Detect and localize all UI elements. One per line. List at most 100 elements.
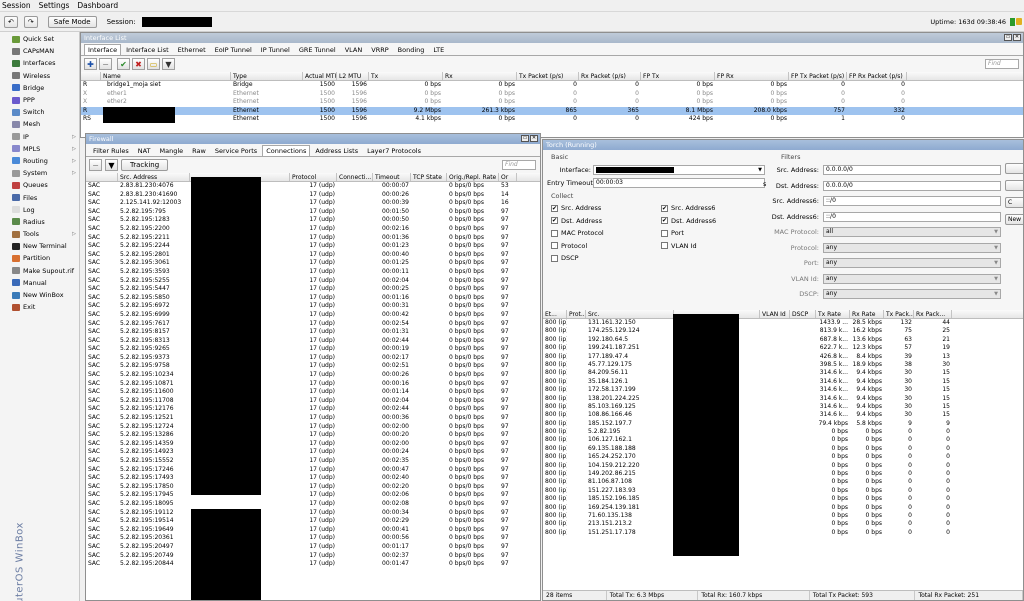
column-header[interactable]: Or	[499, 173, 517, 181]
sidebar-item-log[interactable]: Log	[0, 204, 79, 216]
undo-button[interactable]: ↶	[4, 15, 18, 28]
sidebar-item-wireless[interactable]: Wireless	[0, 70, 79, 82]
collect-port[interactable]: Port	[661, 229, 684, 237]
filter-input[interactable]: any ▼	[823, 258, 1001, 268]
filter-input[interactable]: any ▼	[823, 289, 1001, 299]
table-row[interactable]: 800 (ip) 174.255.129.124 813.9 k... 16.2 kb…	[543, 327, 1023, 335]
tab-ethernet[interactable]: Ethernet	[174, 44, 210, 55]
table-row[interactable]: SAC 5.2.82.195:9373 17 (udp) 00:02:17 0 bps/…	[86, 354, 540, 363]
checkbox-icon[interactable]: ✔	[661, 204, 668, 212]
column-header[interactable]: DSCP	[790, 310, 816, 318]
column-header[interactable]: L2 MTU	[337, 72, 369, 80]
tab-service-ports[interactable]: Service Ports	[211, 145, 261, 156]
column-header[interactable]: Tx Packet (p/s)	[517, 72, 579, 80]
table-row[interactable]: 800 (ip) 165.24.252.170 0 bps 0 bps 0 0	[543, 453, 1023, 461]
column-header[interactable]: TCP State	[411, 173, 447, 181]
table-row[interactable]: SAC 5.2.82.195:15552 17 (udp) 00:02:35 0 bps…	[86, 457, 540, 466]
torch-side-button[interactable]	[1005, 180, 1023, 191]
table-row[interactable]: SAC 5.2.82.195:2211 17 (udp) 00:01:36 0 bps/…	[86, 234, 540, 243]
column-header[interactable]: FP Rx	[715, 72, 789, 80]
collect-src-address6[interactable]: ✔ Src. Address6	[661, 204, 715, 212]
filter-input[interactable]: 0.0.0.0/0	[823, 165, 1001, 175]
table-row[interactable]: SAC 5.2.82.195:13286 17 (udp) 00:00:20 0 bps…	[86, 431, 540, 440]
checkbox-icon[interactable]: ✔	[661, 217, 668, 224]
table-row[interactable]: SAC 5.2.82.195:17945 17 (udp) 00:02:06 0 bps…	[86, 491, 540, 500]
sidebar-item-new-terminal[interactable]: New Terminal	[0, 240, 79, 252]
sidebar-item-bridge[interactable]: Bridge	[0, 82, 79, 94]
column-header[interactable]: Tx Pack...	[884, 310, 914, 318]
column-header[interactable]: Protocol	[290, 173, 337, 181]
table-row[interactable]: SAC 5.2.82.195:3061 17 (udp) 00:01:25 0 bps/…	[86, 259, 540, 268]
table-row[interactable]: Xether1 Ethernet 1500 1596 0 bps 0 bps 0 0 0 bps…	[81, 90, 1023, 99]
sidebar-item-manual[interactable]: Manual	[0, 277, 79, 289]
tab-bonding[interactable]: Bonding	[394, 44, 429, 55]
interface-select[interactable]: ▼	[593, 165, 765, 175]
column-header[interactable]: Src.	[586, 310, 674, 318]
column-header[interactable]: VLAN Id	[760, 310, 790, 318]
column-header[interactable]: Tx	[369, 72, 443, 80]
collect-vlan-id[interactable]: VLAN Id	[661, 242, 697, 250]
tab-vrrp[interactable]: VRRP	[367, 44, 392, 55]
sidebar-item-quick-set[interactable]: Quick Set	[0, 33, 79, 45]
table-row[interactable]: SAC 5.2.82.195:2244 17 (udp) 00:01:23 0 bps/…	[86, 242, 540, 251]
table-row[interactable]: SAC 5.2.82.195:11600 17 (udp) 00:01:14 0 bps…	[86, 388, 540, 397]
sidebar-item-new-winbox[interactable]: New WinBox	[0, 289, 79, 301]
sidebar-item-files[interactable]: Files	[0, 191, 79, 203]
checkbox-icon[interactable]	[551, 229, 558, 237]
table-row[interactable]: 800 (ip) 151.251.17.178 0 bps 0 bps 0 0	[543, 529, 1023, 537]
table-row[interactable]: SAC 5.2.82.195:14923 17 (udp) 00:00:24 0 bps…	[86, 448, 540, 457]
tab-filter-rules[interactable]: Filter Rules	[89, 145, 133, 156]
table-row[interactable]: 800 (ip) 108.86.166.46 314.6 k... 9.4 kbps 3…	[543, 411, 1023, 419]
table-row[interactable]: 800 (ip) 69.135.188.188 0 bps 0 bps 0 0	[543, 445, 1023, 453]
table-row[interactable]: SAC 5.2.82.195:9758 17 (udp) 00:02:51 0 bps/…	[86, 362, 540, 371]
table-row[interactable]: 800 (ip) 131.161.32.150 1433.9 ... 28.5 kbp…	[543, 319, 1023, 327]
collect-src-address[interactable]: ✔ Src. Address	[551, 204, 601, 212]
table-row[interactable]: R Ethernet 1500 1596 9.2 Mbps 261.3 kbps 865 36…	[81, 106, 1023, 116]
table-row[interactable]: SAC 5.2.82.195:20844 17 (udp) 00:01:47 0 bps…	[86, 560, 540, 569]
checkbox-icon[interactable]	[551, 242, 558, 249]
table-row[interactable]: 800 (ip) 104.159.212.220 0 bps 0 bps 0 0	[543, 462, 1023, 470]
table-row[interactable]: SAC 5.2.82.195:2200 17 (udp) 00:02:16 0 bps/…	[86, 225, 540, 234]
menu-session[interactable]: Session	[2, 1, 31, 10]
column-header[interactable]: Type	[231, 72, 303, 80]
table-row[interactable]: SAC 5.2.82.195:20361 17 (udp) 00:00:56 0 bps…	[86, 534, 540, 543]
table-row[interactable]: 800 (ip) 177.189.47.4 426.8 k... 8.4 kbps 39…	[543, 353, 1023, 361]
table-row[interactable]: RS Ethernet 1500 1596 4.1 kbps 0 bps 0 0 424 bps…	[81, 115, 1023, 124]
table-row[interactable]: 800 (ip) 169.254.139.181 0 bps 0 bps 0 0	[543, 504, 1023, 512]
table-row[interactable]: SAC 5.2.82.195:17246 17 (udp) 00:00:47 0 bps…	[86, 466, 540, 475]
table-row[interactable]: Xether2 Ethernet 1500 1596 0 bps 0 bps 0 0 0 bps…	[81, 98, 1023, 107]
torch-side-button[interactable]	[1005, 163, 1023, 174]
sidebar-item-ppp[interactable]: PPP	[0, 94, 79, 106]
table-row[interactable]: 800 (ip) 81.106.87.108 0 bps 0 bps 0 0	[543, 478, 1023, 486]
column-header[interactable]: Et...	[543, 310, 567, 318]
column-header[interactable]: FP Tx Packet (p/s)	[789, 72, 847, 80]
table-row[interactable]: 800 (ip) 84.209.56.11 314.6 k... 9.4 kbps 30…	[543, 369, 1023, 377]
close-icon[interactable]: ✕	[530, 135, 538, 142]
table-row[interactable]: SAC 5.2.82.195:3593 17 (udp) 00:00:11 0 bps/…	[86, 268, 540, 277]
tab-gre-tunnel[interactable]: GRE Tunnel	[295, 44, 340, 55]
sidebar-item-partition[interactable]: Partition	[0, 252, 79, 264]
checkbox-icon[interactable]	[551, 254, 558, 262]
menu-settings[interactable]: Settings	[39, 1, 70, 10]
tab-interface-list[interactable]: Interface List	[122, 44, 173, 55]
sidebar-item-ip[interactable]: IP ▷	[0, 131, 79, 143]
sidebar-item-switch[interactable]: Switch	[0, 106, 79, 118]
table-row[interactable]: 800 (ip) 172.58.137.199 314.6 k... 9.4 kbps…	[543, 386, 1023, 394]
sidebar-item-interfaces[interactable]: Interfaces	[0, 57, 79, 69]
table-row[interactable]: 800 (ip) 85.103.169.125 314.6 k... 9.4 kbps…	[543, 403, 1023, 411]
torch-side-button[interactable]: C	[1005, 197, 1023, 208]
table-row[interactable]: SAC 5.2.82.195:1283 17 (udp) 00:00:50 0 bps/…	[86, 216, 540, 225]
restore-icon[interactable]: ▭	[521, 135, 529, 142]
column-header[interactable]: Prot...	[567, 310, 586, 318]
column-header[interactable]: Rx Pack...	[914, 310, 952, 318]
enable-icon[interactable]: ✔	[117, 58, 130, 70]
tab-interface[interactable]: Interface	[84, 44, 122, 55]
table-row[interactable]: SAC 5.2.82.195:12176 17 (udp) 00:02:44 0 bps…	[86, 405, 540, 414]
table-row[interactable]: SAC 5.2.82.195:11708 17 (udp) 00:02:04 0 bps…	[86, 397, 540, 406]
tab-address-lists[interactable]: Address Lists	[311, 145, 362, 156]
remove-icon[interactable]: −	[89, 159, 102, 171]
collect-dst-address6[interactable]: ✔ Dst. Address6	[661, 217, 716, 225]
table-row[interactable]: SAC 5.2.82.195:17493 17 (udp) 00:02:40 0 bps…	[86, 474, 540, 483]
table-row[interactable]: SAC 5.2.82.195:18095 17 (udp) 00:02:08 0 bps…	[86, 500, 540, 509]
remove-icon[interactable]: −	[99, 58, 112, 70]
